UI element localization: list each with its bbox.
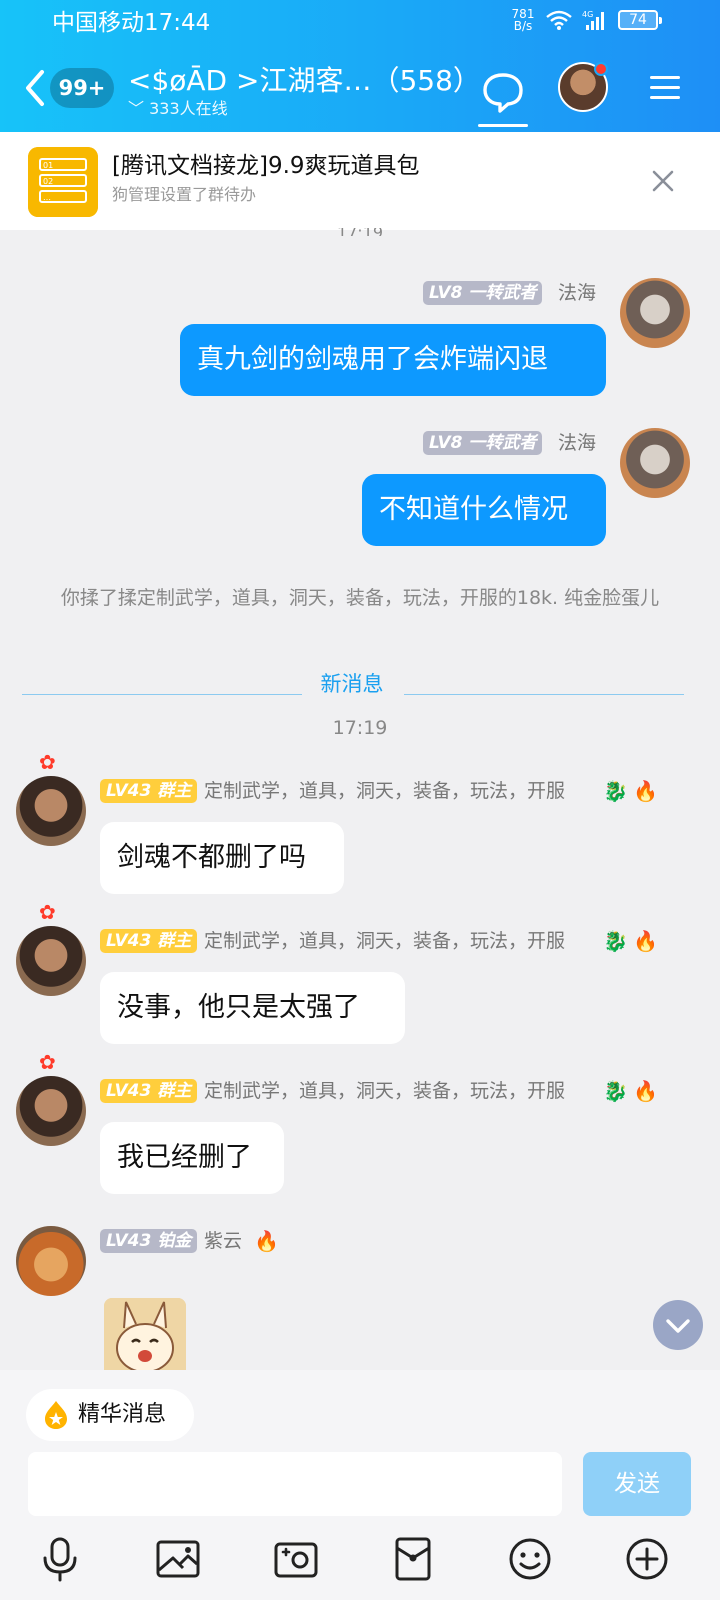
avatar[interactable]	[620, 428, 690, 498]
fire-icon: 🔥	[633, 779, 658, 803]
group-title[interactable]: <$øĀD >江湖客…（558）	[128, 62, 481, 100]
doc-row-3: …	[43, 193, 51, 202]
doc-row-2: 02	[43, 177, 53, 186]
document-list-icon: 01 02 …	[28, 147, 98, 217]
flower-icon: ✿	[39, 900, 56, 924]
avatar[interactable]	[620, 278, 690, 348]
unread-badge[interactable]: 99+	[50, 68, 114, 108]
red-packet-icon[interactable]	[390, 1536, 436, 1582]
battery-icon: 74	[618, 10, 662, 30]
level-tag: LV43 铂金	[100, 1229, 198, 1253]
close-icon[interactable]	[650, 168, 676, 194]
essence-label[interactable]: 精华消息	[78, 1398, 166, 1432]
avatar[interactable]	[16, 1076, 86, 1146]
back-arrow-icon[interactable]	[22, 68, 48, 108]
level-tag: LV8 一转武者	[423, 281, 543, 305]
chevron-down-icon	[666, 1319, 690, 1333]
avatar[interactable]	[16, 1226, 86, 1296]
status-icons: 781 B/s 4G 74	[510, 7, 662, 33]
divider-right	[404, 694, 684, 695]
sender-name[interactable]: 定制武学，道具，洞天，装备，玩法，开服	[204, 778, 565, 804]
dragon-icon: 🐉	[603, 1079, 628, 1103]
sender-name[interactable]: 法海	[558, 280, 596, 306]
sender-name[interactable]: 法海	[558, 430, 596, 456]
todo-subtitle: 狗管理设置了群待办	[112, 185, 257, 204]
chevron-down-icon: ﹀	[128, 99, 150, 118]
scroll-to-bottom-button[interactable]	[653, 1300, 703, 1350]
microphone-icon[interactable]	[37, 1536, 83, 1582]
image-icon[interactable]	[155, 1536, 201, 1582]
message-bubble[interactable]: 没事，他只是太强了	[100, 972, 405, 1044]
flame-icon	[45, 1401, 67, 1429]
owner-tag: LV43 群主	[100, 779, 198, 803]
emoji-icon[interactable]	[507, 1536, 553, 1582]
timestamp: 17:19	[332, 717, 388, 739]
level-tag: LV8 一转武者	[423, 431, 543, 455]
plus-icon[interactable]	[624, 1536, 670, 1582]
notification-dot	[594, 62, 608, 76]
new-messages-divider: 新消息	[320, 672, 384, 696]
message-bubble[interactable]: 我已经删了	[100, 1122, 284, 1194]
dragon-icon: 🐉	[603, 929, 628, 953]
send-button[interactable]: 发送	[583, 1452, 691, 1516]
menu-icon[interactable]	[650, 74, 680, 102]
signal-icon: 4G	[582, 10, 604, 30]
flower-icon: ✿	[39, 750, 56, 774]
chat-header: 中国移动17:44 781 B/s 4G 74 99+ <$øĀD >江湖客…（…	[0, 0, 720, 132]
owner-tag: LV43 群主	[100, 1079, 198, 1103]
fire-icon: 🔥	[254, 1229, 279, 1253]
avatar[interactable]	[16, 776, 86, 846]
status-carrier-time: 中国移动17:44	[52, 10, 211, 36]
sender-name[interactable]: 定制武学，道具，洞天，装备，玩法，开服	[204, 1078, 565, 1104]
wifi-icon	[546, 10, 572, 30]
sender-name[interactable]: 紫云	[204, 1228, 242, 1254]
flower-icon: ✿	[39, 1050, 56, 1074]
avatar[interactable]	[16, 926, 86, 996]
message-input[interactable]	[28, 1452, 562, 1516]
tab-indicator	[478, 124, 528, 127]
message-bubble[interactable]: 真九剑的剑魂用了会炸端闪退	[180, 324, 606, 396]
svg-text:4G: 4G	[582, 10, 593, 19]
dragon-icon: 🐉	[603, 779, 628, 803]
clipped-timestamp: 17:19	[0, 228, 720, 236]
fire-icon: 🔥	[633, 1079, 658, 1103]
todo-title[interactable]: [腾讯文档接龙]9.9爽玩道具包	[112, 150, 420, 182]
divider-left	[22, 694, 302, 695]
message-bubble[interactable]: 不知道什么情况	[362, 474, 606, 546]
system-notice: 你揉了揉定制武学，道具，洞天，装备，玩法，开服的18k. 纯金脸蛋儿	[60, 587, 660, 609]
camera-icon[interactable]	[273, 1536, 319, 1582]
rabbit-sticker[interactable]	[104, 1298, 186, 1370]
message-bubble[interactable]: 剑魂不都删了吗	[100, 822, 344, 894]
owner-tag: LV43 群主	[100, 929, 198, 953]
chat-bubble-icon[interactable]	[478, 66, 528, 126]
doc-row-1: 01	[43, 161, 53, 170]
fire-icon: 🔥	[633, 929, 658, 953]
sender-name[interactable]: 定制武学，道具，洞天，装备，玩法，开服	[204, 928, 565, 954]
online-count: ﹀ 333人在线	[128, 99, 228, 118]
net-speed: 781 B/s	[511, 7, 535, 33]
